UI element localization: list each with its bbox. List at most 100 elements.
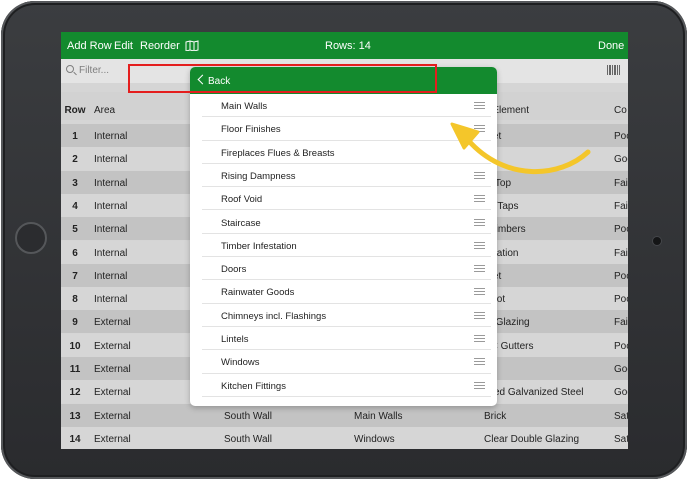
cell-n: 7 bbox=[72, 270, 78, 282]
picker-item[interactable]: Windows bbox=[190, 350, 497, 374]
header-row: Row bbox=[64, 105, 86, 116]
picker-item-label: Roof Void bbox=[221, 194, 263, 206]
edit-button[interactable]: Edit bbox=[114, 40, 133, 52]
drag-handle-icon[interactable] bbox=[474, 265, 485, 273]
cell-elem: Windows bbox=[354, 433, 395, 445]
cell-sub: VC Gutters bbox=[484, 340, 534, 352]
cell-n: 12 bbox=[69, 387, 81, 399]
cell-n: 9 bbox=[72, 317, 78, 329]
cell-sub: ssed Galvanized Steel bbox=[484, 387, 584, 399]
cell-cond: Goo bbox=[614, 364, 628, 375]
picker-item[interactable]: Staircase bbox=[190, 211, 497, 234]
picker-item[interactable]: Fireplaces Flues & Breasts bbox=[190, 141, 497, 164]
picker-item[interactable]: Kitchen Fittings bbox=[190, 374, 497, 397]
drag-handle-icon[interactable] bbox=[474, 195, 485, 203]
cell-n: 5 bbox=[72, 224, 78, 236]
drag-handle-icon[interactable] bbox=[474, 335, 485, 342]
drag-handle-icon[interactable] bbox=[474, 102, 485, 109]
cell-cond: Poo bbox=[614, 294, 628, 306]
barcode-icon[interactable] bbox=[607, 65, 620, 75]
element-picker-popover: Back Main Walls Floor Finishes Fireplaces … bbox=[190, 67, 497, 406]
picker-item-label: Kitchen Fittings bbox=[221, 380, 286, 392]
picker-item[interactable]: Floor Finishes bbox=[190, 117, 497, 141]
cell-cond: Poo bbox=[614, 131, 628, 142]
cell-n: 6 bbox=[72, 247, 78, 259]
cell-cond: Fair bbox=[614, 200, 628, 212]
cell-elem: Main Walls bbox=[354, 410, 403, 422]
picker-item[interactable]: Rising Dampness bbox=[190, 164, 497, 188]
picker-item-label: Rising Dampness bbox=[221, 170, 296, 182]
cell-sub: ar Glazing bbox=[484, 317, 530, 329]
cell-cond: Fair bbox=[614, 177, 628, 189]
picker-item-label: Windows bbox=[221, 357, 260, 369]
cell-cond: Poo bbox=[614, 340, 628, 352]
picker-item-label: Rainwater Goods bbox=[221, 287, 295, 299]
picker-item[interactable]: Main Walls bbox=[190, 94, 497, 118]
cell-cond: Fair bbox=[614, 247, 628, 259]
table-row[interactable]: 13 External South Wall Main Walls Brick Sat bbox=[61, 403, 628, 427]
app-screen: Add Row Edit Reorder Rows: 14 Done Filte… bbox=[61, 32, 628, 449]
add-row-button[interactable]: Add Row bbox=[67, 40, 112, 52]
table-row[interactable]: 14 External South Wall Windows Clear Double … bbox=[61, 426, 628, 449]
picker-item-label: Chimneys incl. Flashings bbox=[221, 310, 327, 322]
cell-n: 2 bbox=[72, 154, 78, 166]
cell-sub: rpet bbox=[484, 271, 614, 282]
drag-handle-icon[interactable] bbox=[474, 288, 485, 296]
cell-n: 3 bbox=[72, 177, 78, 189]
cell-sub: rpet bbox=[484, 131, 614, 142]
reorder-button[interactable]: Reorder bbox=[140, 40, 180, 52]
picker-item-label: Doors bbox=[221, 264, 247, 276]
separator bbox=[202, 395, 491, 397]
drag-handle-icon[interactable] bbox=[474, 381, 485, 389]
rows-count: Rows: 14 bbox=[325, 40, 371, 52]
cell-cond: Goo bbox=[614, 387, 628, 399]
drag-handle-icon[interactable] bbox=[474, 311, 485, 319]
done-button[interactable]: Done bbox=[598, 40, 624, 52]
picker-item-label: Main Walls bbox=[221, 101, 268, 112]
highlight-box bbox=[128, 64, 437, 93]
picker-item-label: Staircase bbox=[221, 217, 261, 229]
header-condition: Co bbox=[614, 105, 627, 116]
search-icon bbox=[66, 65, 74, 73]
cell-cond: Poo bbox=[614, 270, 628, 282]
picker-item-label: Floor Finishes bbox=[221, 124, 281, 136]
home-button[interactable] bbox=[15, 222, 47, 254]
cell-sub: rk Top bbox=[484, 177, 512, 189]
drag-handle-icon[interactable] bbox=[474, 171, 485, 179]
cell-sub: Clear Double Glazing bbox=[484, 433, 580, 445]
top-toolbar: Add Row Edit Reorder Rows: 14 Done bbox=[61, 32, 628, 59]
cell-cond: Goo bbox=[614, 154, 628, 166]
picker-item-label: Timber Infestation bbox=[221, 240, 297, 252]
picker-item[interactable]: Doors bbox=[190, 257, 497, 281]
cell-sub: nk/Taps bbox=[484, 200, 519, 212]
cell-area: External bbox=[94, 410, 131, 422]
picker-item[interactable]: Chimneys incl. Flashings bbox=[190, 304, 497, 327]
cell-n: 11 bbox=[69, 364, 81, 375]
cell-n: 1 bbox=[72, 131, 78, 142]
header-area: Area bbox=[94, 105, 116, 116]
picker-item[interactable]: Timber Infestation bbox=[190, 234, 497, 258]
drag-handle-icon[interactable] bbox=[474, 358, 485, 366]
cell-sub: Brick bbox=[484, 410, 507, 422]
cell-n: 10 bbox=[69, 340, 81, 352]
drag-handle-icon[interactable] bbox=[474, 241, 485, 249]
cell-n: 13 bbox=[69, 410, 81, 422]
cell-sub: ck bbox=[484, 154, 614, 165]
cell-cond: Sat bbox=[614, 433, 628, 445]
camera bbox=[653, 237, 661, 245]
cell-n: 8 bbox=[72, 294, 78, 306]
picker-item[interactable]: Roof Void bbox=[190, 187, 497, 211]
picker-item[interactable]: Lintels bbox=[190, 327, 497, 351]
cell-sub: r Timbers bbox=[484, 224, 526, 236]
picker-item[interactable]: Rainwater Goods bbox=[190, 280, 497, 304]
cell-sub: t Rot bbox=[484, 294, 506, 306]
cell-sub: ck bbox=[484, 364, 614, 375]
picker-item-label: Fireplaces Flues & Breasts bbox=[221, 147, 335, 159]
cell-cond: Poo bbox=[614, 224, 628, 236]
cell-sub: ntilation bbox=[484, 247, 519, 259]
drag-handle-icon[interactable] bbox=[474, 125, 485, 133]
cell-loc: South Wall bbox=[224, 410, 272, 422]
cell-cond: Sat bbox=[614, 410, 628, 422]
map-icon[interactable] bbox=[185, 40, 199, 51]
drag-handle-icon[interactable] bbox=[474, 218, 485, 226]
